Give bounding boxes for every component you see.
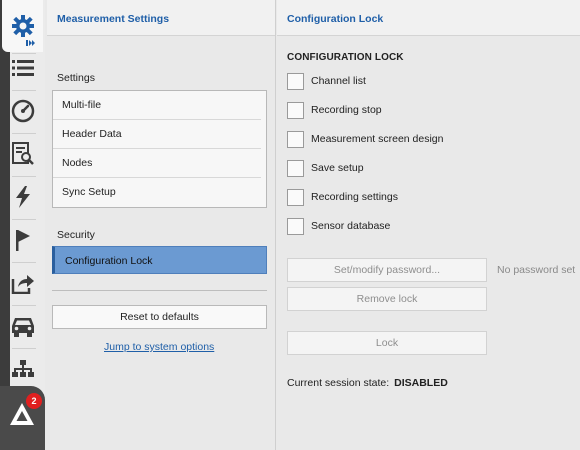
expand-indicator-icon <box>26 40 36 46</box>
lightning-icon <box>14 186 32 208</box>
nav-network[interactable] <box>0 349 45 389</box>
checkbox-measurement-screen-design[interactable]: Measurement screen design <box>287 130 444 148</box>
checkbox-label: Sensor database <box>311 220 391 232</box>
list-icon <box>11 59 34 77</box>
section-title: CONFIGURATION LOCK <box>287 52 404 63</box>
nav-markers[interactable] <box>0 220 45 260</box>
nav-triggers[interactable] <box>0 177 45 217</box>
panel-title: Configuration Lock <box>277 0 580 36</box>
checkbox[interactable] <box>287 72 304 90</box>
settings-list: Multi-file Header Data Nodes Sync Setup <box>52 90 267 208</box>
notification-badge: 2 <box>26 393 42 409</box>
checkbox-label: Save setup <box>311 162 364 174</box>
session-state-label: Current session state: <box>287 377 390 389</box>
checkbox-recording-settings[interactable]: Recording settings <box>287 188 398 206</box>
gear-icon <box>11 14 35 38</box>
settings-section-label: Settings <box>57 72 95 84</box>
set-password-button[interactable]: Set/modify password... <box>287 258 487 282</box>
nav-channel-list[interactable] <box>0 48 45 88</box>
nav-analysis[interactable] <box>0 134 45 174</box>
checkbox[interactable] <box>287 101 304 119</box>
checkbox-save-setup[interactable]: Save setup <box>287 159 364 177</box>
settings-item-nodes[interactable]: Nodes <box>53 149 261 178</box>
nav-export[interactable] <box>0 263 45 303</box>
checkbox-label: Channel list <box>311 75 366 87</box>
configuration-lock-panel: Configuration Lock CONFIGURATION LOCK Ch… <box>277 0 580 450</box>
checkbox-label: Recording settings <box>311 191 398 203</box>
jump-to-system-options-link[interactable]: Jump to system options <box>104 341 214 353</box>
lock-button[interactable]: Lock <box>287 331 487 355</box>
checkbox[interactable] <box>287 188 304 206</box>
divider <box>52 290 267 291</box>
checkbox-recording-stop[interactable]: Recording stop <box>287 101 382 119</box>
password-status: No password set <box>497 264 576 276</box>
measurement-settings-panel: Measurement Settings Settings Multi-file… <box>47 0 276 450</box>
panel-title: Measurement Settings <box>47 0 275 36</box>
car-icon <box>10 315 36 337</box>
nav-settings[interactable] <box>2 0 43 52</box>
checkbox-channel-list[interactable]: Channel list <box>287 72 366 90</box>
gauge-icon <box>11 99 35 123</box>
nav-measurement[interactable] <box>0 91 45 131</box>
remove-lock-button[interactable]: Remove lock <box>287 287 487 311</box>
settings-item-sync-setup[interactable]: Sync Setup <box>53 178 261 207</box>
security-item-configuration-lock[interactable]: Configuration Lock <box>52 246 267 274</box>
network-icon <box>11 360 34 378</box>
icon-rail: 2 <box>0 0 45 450</box>
settings-item-multi-file[interactable]: Multi-file <box>53 91 261 120</box>
checkbox-sensor-database[interactable]: Sensor database <box>287 217 390 235</box>
session-state-value: DISABLED <box>394 377 448 389</box>
nav-vehicle[interactable] <box>0 306 45 346</box>
security-section-label: Security <box>57 229 95 241</box>
reset-to-defaults-button[interactable]: Reset to defaults <box>52 305 267 329</box>
checkbox[interactable] <box>287 217 304 235</box>
export-icon <box>11 272 35 294</box>
checkbox-label: Measurement screen design <box>311 133 444 145</box>
settings-item-header-data[interactable]: Header Data <box>53 120 261 149</box>
flag-icon <box>14 229 32 251</box>
checkbox-label: Recording stop <box>311 104 382 116</box>
checkbox[interactable] <box>287 159 304 177</box>
session-state: Current session state: DISABLED <box>287 377 448 389</box>
checkbox[interactable] <box>287 130 304 148</box>
document-search-icon <box>11 142 34 166</box>
